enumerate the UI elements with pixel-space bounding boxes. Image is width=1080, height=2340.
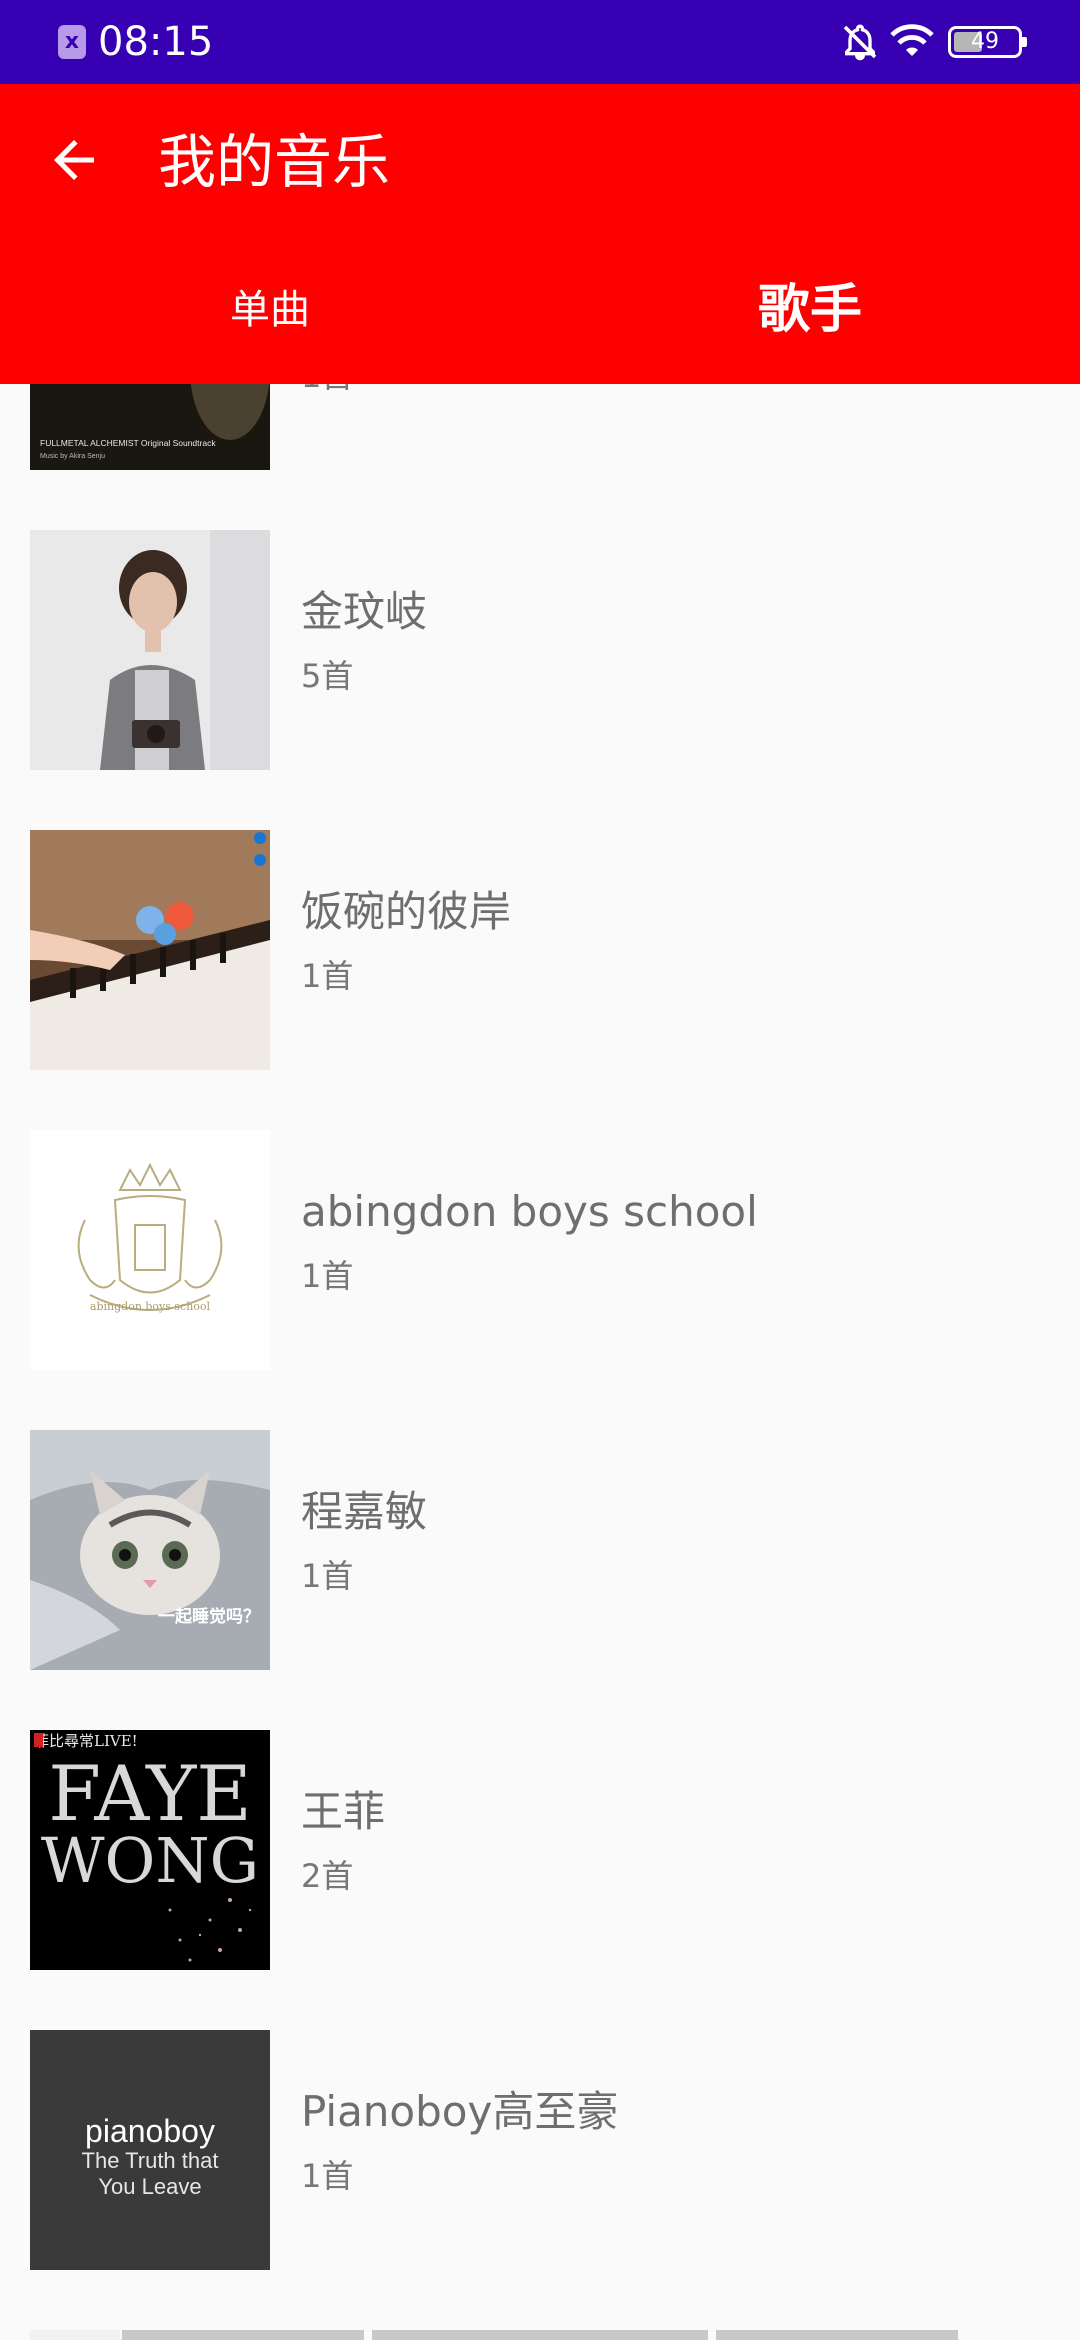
artist-row[interactable]: 金玟岐 5首 bbox=[0, 530, 1080, 830]
cover-subtitle-2: You Leave bbox=[98, 2174, 201, 2199]
artist-row[interactable]: pianoboy The Truth that You Leave Pianob… bbox=[0, 2030, 1080, 2330]
artist-cover bbox=[30, 530, 270, 770]
tab-artists[interactable]: 歌手 bbox=[540, 260, 1080, 360]
artist-name: 金玟岐 bbox=[301, 587, 428, 636]
artist-list: FULLMETAL ALCHEMIST Original Soundtrack … bbox=[0, 384, 1080, 2340]
artist-row[interactable]: 饭碗的彼岸 1首 bbox=[0, 830, 1080, 1130]
artist-cover bbox=[30, 830, 270, 1070]
artist-name: 程嘉敏 bbox=[301, 1487, 428, 1536]
artist-row[interactable]: 一起睡觉吗？ 程嘉敏 1首 bbox=[0, 1430, 1080, 1730]
song-count: 1首 bbox=[301, 1557, 354, 1595]
cover-caption: 一起睡觉吗？ bbox=[158, 1606, 260, 1627]
cover-subtitle: WONG bbox=[41, 1824, 259, 1897]
cover-caption: 菲比尋常LIVE! bbox=[34, 1732, 138, 1750]
artist-cover: FULLMETAL ALCHEMIST Original Soundtrack … bbox=[30, 384, 270, 470]
song-count: 1首 bbox=[301, 2157, 354, 2195]
cover-caption: abingdon boys school bbox=[90, 1300, 211, 1313]
cover-caption: FULLMETAL ALCHEMIST Original Soundtrack bbox=[40, 438, 216, 448]
status-bar: x 08:15 49 bbox=[0, 0, 1080, 84]
mute-icon bbox=[843, 24, 877, 61]
cover-subtitle: The Truth that bbox=[82, 2148, 219, 2173]
song-count: 1首 bbox=[301, 1257, 354, 1295]
song-count: 2首 bbox=[301, 1857, 354, 1895]
artist-cover: pianoboy The Truth that You Leave bbox=[30, 2030, 270, 2270]
song-count: 1首 bbox=[301, 957, 354, 995]
tab-songs[interactable]: 单曲 bbox=[0, 260, 540, 360]
artist-cover: 菲比尋常LIVE! FAYE WONG bbox=[30, 1730, 270, 1970]
artist-row[interactable]: 菲比尋常LIVE! FAYE WONG 王菲 2首 bbox=[0, 1730, 1080, 2030]
app-bar: 我的音乐 单曲 歌手 bbox=[0, 84, 1080, 384]
battery-level: 49 bbox=[971, 29, 999, 54]
battery-icon: 49 bbox=[948, 26, 1027, 58]
next-row-preview bbox=[0, 2330, 1080, 2340]
artist-name: Pianoboy高至豪 bbox=[301, 2087, 619, 2136]
song-count: 5首 bbox=[301, 657, 354, 695]
artist-name: 王菲 bbox=[301, 1787, 386, 1836]
artist-row[interactable]: abingdon boys school abingdon boys schoo… bbox=[0, 1130, 1080, 1430]
status-time: 08:15 bbox=[98, 19, 214, 65]
wifi-icon bbox=[890, 24, 934, 56]
cover-title: pianoboy bbox=[85, 2113, 215, 2149]
artist-cover: abingdon boys school bbox=[30, 1130, 270, 1370]
artist-name: abingdon boys school bbox=[301, 1187, 758, 1236]
artist-cover: 一起睡觉吗？ bbox=[30, 1430, 270, 1670]
page-title: 我的音乐 bbox=[158, 128, 391, 196]
arrow-left-icon[interactable] bbox=[44, 130, 104, 190]
notification-app-icon: x bbox=[58, 25, 86, 59]
artist-row[interactable]: FULLMETAL ALCHEMIST Original Soundtrack … bbox=[0, 384, 1080, 530]
artist-name: 饭碗的彼岸 bbox=[301, 887, 512, 936]
cover-caption-sub: Music by Akira Senju bbox=[40, 453, 105, 460]
song-count: 1首 bbox=[301, 384, 353, 398]
